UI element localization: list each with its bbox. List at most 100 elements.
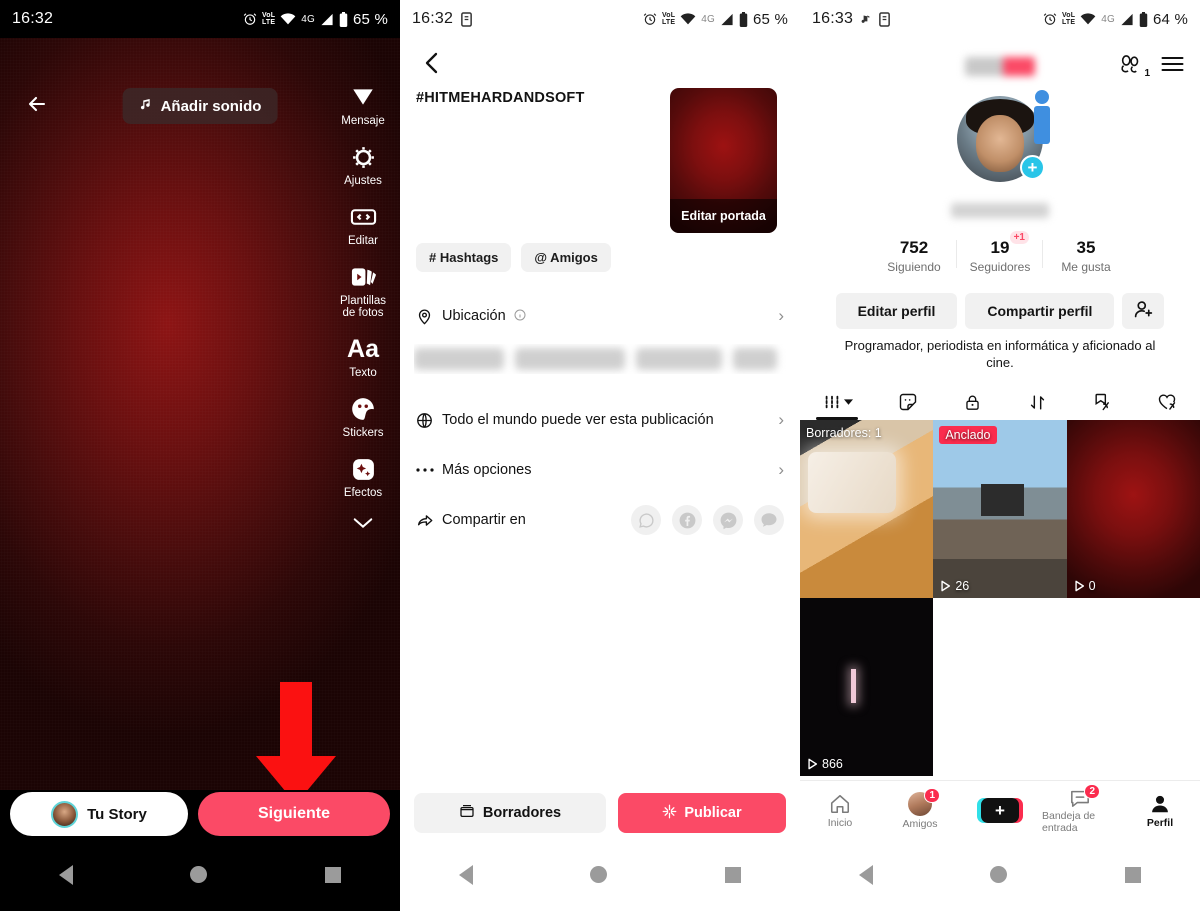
- location-chip[interactable]: [414, 348, 504, 370]
- add-person-icon: [1133, 299, 1154, 323]
- alarm-icon: [1043, 12, 1057, 26]
- hashtags-chip[interactable]: # Hashtags: [416, 243, 512, 272]
- friends-chip[interactable]: @ Amigos: [521, 243, 611, 272]
- tool-editar[interactable]: Editar: [326, 202, 400, 247]
- publish-button[interactable]: Publicar: [618, 793, 786, 833]
- tool-stickers[interactable]: Stickers: [326, 394, 400, 439]
- share-arrow-icon: [416, 512, 442, 529]
- android-back-icon[interactable]: [858, 864, 873, 885]
- location-chip[interactable]: [733, 348, 777, 370]
- battery-percent: 64 %: [1153, 10, 1188, 28]
- android-recents-icon[interactable]: [725, 866, 742, 883]
- bottom-tab-bar: Inicio 1 Amigos + 2 Bandeja de entrada P…: [800, 780, 1200, 838]
- tab-bandeja-de-entrada[interactable]: 2 Bandeja de entrada: [1042, 783, 1118, 834]
- grid-item-drafts[interactable]: Borradores: 1: [800, 420, 934, 598]
- add-person-button[interactable]: [1122, 293, 1165, 329]
- sms-icon[interactable]: [754, 505, 784, 535]
- tab-label: Perfil: [1146, 816, 1174, 829]
- grid-item-video[interactable]: 866: [800, 598, 934, 776]
- tool-mensaje[interactable]: Mensaje: [326, 82, 400, 127]
- tab-hidden-bookmarks[interactable]: [1092, 392, 1112, 412]
- share-profile-button[interactable]: Compartir perfil: [965, 293, 1115, 329]
- tab-posts-grid[interactable]: [823, 393, 853, 411]
- your-story-button[interactable]: Tu Story: [10, 792, 188, 836]
- cover-thumbnail[interactable]: Editar portada: [670, 88, 777, 233]
- row-privacidad[interactable]: Todo el mundo puede ver esta publicación…: [400, 400, 800, 440]
- wifi-icon: [680, 13, 696, 25]
- row-label: Más opciones: [442, 462, 532, 478]
- android-navbar-panel1: [0, 838, 400, 911]
- sparkle-icon: [662, 804, 677, 823]
- status-time: 16:32: [12, 10, 54, 27]
- drafts-button[interactable]: Borradores: [414, 793, 606, 833]
- stat-siguiendo[interactable]: 752 Siguiendo: [871, 238, 957, 274]
- tool-texto[interactable]: Aa Texto: [326, 334, 400, 379]
- android-recents-icon[interactable]: [325, 866, 342, 883]
- next-button[interactable]: Siguiente: [198, 792, 390, 836]
- tab-amigos[interactable]: 1 Amigos: [882, 787, 958, 830]
- stat-me-gusta[interactable]: 35 Me gusta: [1043, 238, 1129, 274]
- location-suggestions-blurred[interactable]: [414, 344, 790, 374]
- chevron-down-icon[interactable]: [352, 516, 374, 535]
- caption-text[interactable]: #HITMEHARDANDSOFT: [416, 90, 585, 106]
- status-time: 16:33: [812, 10, 854, 27]
- android-back-icon[interactable]: [458, 864, 473, 885]
- profile-bio[interactable]: Programador, periodista en informática y…: [830, 337, 1170, 371]
- android-back-icon[interactable]: [58, 864, 73, 885]
- back-button[interactable]: [416, 48, 446, 78]
- info-icon[interactable]: [514, 308, 526, 324]
- view-count: 0: [1074, 579, 1096, 593]
- add-to-profile-icon[interactable]: +: [1020, 155, 1045, 180]
- tab-private[interactable]: [963, 393, 982, 412]
- location-chip[interactable]: [515, 348, 625, 370]
- add-sound-button[interactable]: Añadir sonido: [122, 88, 278, 124]
- tab-perfil[interactable]: Perfil: [1122, 793, 1198, 829]
- tab-inicio[interactable]: Inicio: [802, 793, 878, 829]
- hamburger-menu-icon[interactable]: [1160, 55, 1185, 78]
- username-blurred[interactable]: [965, 56, 1035, 76]
- edit-profile-button[interactable]: Editar perfil: [835, 293, 958, 329]
- back-button[interactable]: [18, 85, 56, 123]
- chevron-right-icon: ›: [778, 306, 784, 325]
- publish-label: Publicar: [684, 805, 742, 821]
- signal-icon: [320, 13, 334, 26]
- location-chip[interactable]: [636, 348, 722, 370]
- grid-item-pinned[interactable]: Anclado 26: [933, 420, 1067, 598]
- volte-icon: VoL LTE: [661, 12, 676, 26]
- panel-profile: 16:33 VoL LTE 4G 64 % 1 + 752 Siguiendo …: [800, 0, 1200, 911]
- tab-reposts[interactable]: [1028, 393, 1047, 412]
- effects-icon: [351, 454, 376, 484]
- network-type-label: 4G: [1101, 13, 1115, 25]
- android-recents-icon[interactable]: [1125, 866, 1142, 883]
- next-label: Siguiente: [257, 805, 330, 822]
- tool-efectos[interactable]: Efectos: [326, 454, 400, 499]
- facebook-icon[interactable]: [672, 505, 702, 535]
- drafts-label: Borradores: [482, 805, 562, 821]
- status-bar-panel1: 16:32 VoL LTE 4G 65 %: [0, 0, 400, 38]
- profile-header-icons: 1: [1120, 54, 1200, 79]
- tab-stickers[interactable]: [898, 392, 918, 412]
- your-story-label: Tu Story: [87, 805, 147, 823]
- tool-plantillas-de-fotos[interactable]: Plantillas de fotos: [326, 262, 400, 319]
- android-navbar-panel3: [800, 838, 1200, 911]
- tab-hidden-likes[interactable]: [1157, 392, 1177, 412]
- row-mas-opciones[interactable]: Más opciones ›: [400, 450, 800, 490]
- friend-requests-icon[interactable]: 1: [1120, 54, 1150, 79]
- grid-item-video[interactable]: 0: [1066, 420, 1200, 598]
- stat-seguidores[interactable]: +1 19 Seguidores: [957, 231, 1043, 274]
- row-ubicacion[interactable]: Ubicación ›: [400, 296, 800, 336]
- tool-ajustes[interactable]: Ajustes: [326, 142, 400, 187]
- messenger-icon[interactable]: [713, 505, 743, 535]
- whatsapp-icon[interactable]: [631, 505, 661, 535]
- android-home-icon[interactable]: [590, 866, 608, 883]
- android-home-icon[interactable]: [990, 866, 1008, 883]
- profile-avatar-wrap[interactable]: +: [957, 90, 1050, 182]
- tab-create[interactable]: +: [962, 798, 1038, 823]
- drafts-count-label: Borradores: 1: [806, 426, 882, 440]
- tool-label: Mensaje: [341, 115, 385, 127]
- android-home-icon[interactable]: [190, 866, 208, 883]
- new-followers-badge: +1: [1009, 231, 1029, 244]
- caret-down-icon: [843, 398, 853, 405]
- profile-stats: 752 Siguiendo +1 19 Seguidores 35 Me gus…: [800, 231, 1200, 274]
- network-type-label: 4G: [301, 13, 315, 25]
